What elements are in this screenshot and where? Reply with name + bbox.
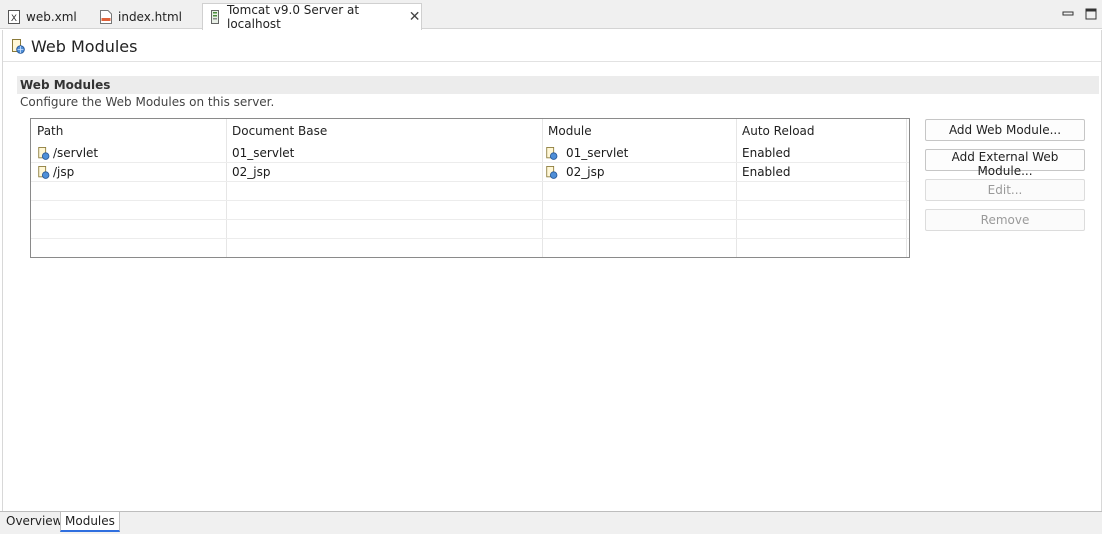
empty-table-row (31, 220, 909, 239)
maximize-icon[interactable] (1085, 8, 1097, 20)
svg-text:X: X (11, 14, 17, 24)
auto-reload-cell: Enabled (742, 146, 791, 160)
page-title: Web Modules (31, 36, 138, 56)
column-header-module[interactable]: Module (542, 119, 736, 141)
html-file-icon (100, 9, 112, 24)
web-module-icon (546, 166, 558, 179)
close-icon[interactable]: ✕ (408, 9, 421, 25)
tab-modules[interactable]: Modules (60, 512, 120, 532)
web-module-icon (38, 166, 50, 179)
server-editor: Web Modules Web Modules Configure the We… (2, 30, 1102, 512)
tab-label: index.html (118, 9, 182, 24)
empty-table-row (31, 201, 909, 220)
minimize-icon[interactable] (1062, 8, 1074, 20)
remove-button[interactable]: Remove (925, 209, 1085, 231)
web-module-icon (38, 147, 50, 160)
tab-tomcat-server[interactable]: Tomcat v9.0 Server at localhost ✕ (202, 3, 422, 31)
module-value: 02_jsp (566, 165, 605, 179)
path-value: /jsp (53, 165, 75, 179)
document-base-cell: 02_jsp (232, 165, 271, 179)
path-cell: /jsp (37, 163, 74, 182)
xml-file-icon: X (8, 9, 20, 24)
header-divider (3, 61, 1101, 62)
web-module-icon (12, 38, 25, 54)
add-web-module-button[interactable]: Add Web Module... (925, 119, 1085, 141)
server-icon (211, 10, 219, 24)
empty-table-row (31, 182, 909, 201)
tab-overview[interactable]: Overview (2, 512, 67, 532)
edit-button[interactable]: Edit... (925, 179, 1085, 201)
add-external-web-module-button[interactable]: Add External Web Module... (925, 149, 1085, 178)
auto-reload-cell: Enabled (742, 165, 791, 179)
empty-table-row (31, 239, 909, 257)
document-base-cell: 01_servlet (232, 146, 295, 160)
tab-index-html[interactable]: index.html (100, 4, 182, 29)
editor-page-tabs: Overview Modules (0, 511, 1102, 534)
module-cell: 01_servlet (545, 144, 628, 163)
path-value: /servlet (53, 146, 99, 160)
tab-web-xml[interactable]: X web.xml (8, 4, 77, 29)
editor-tab-bar: X web.xml index.html Tomcat v9.0 Server … (0, 0, 1102, 31)
page-header: Web Modules (11, 35, 137, 57)
table-row[interactable]: /jsp 02_jsp 02_jsp Enabled (31, 163, 909, 182)
section-title: Web Modules (17, 76, 1099, 94)
module-value: 01_servlet (566, 146, 629, 160)
web-module-icon (546, 147, 558, 160)
table-row[interactable]: /servlet 01_servlet 01_servlet Enabled (31, 144, 909, 163)
tab-label: Tomcat v9.0 Server at localhost (227, 3, 360, 31)
path-cell: /servlet (37, 144, 98, 163)
section-description: Configure the Web Modules on this server… (20, 95, 275, 109)
column-header-auto-reload[interactable]: Auto Reload (736, 119, 906, 141)
column-header-path[interactable]: Path (31, 119, 226, 141)
column-header-document-base[interactable]: Document Base (226, 119, 542, 141)
tab-label: web.xml (26, 9, 77, 24)
table-header: Path Document Base Module Auto Reload (31, 119, 909, 141)
web-modules-table[interactable]: Path Document Base Module Auto Reload /s… (30, 118, 910, 258)
module-cell: 02_jsp (545, 163, 604, 182)
